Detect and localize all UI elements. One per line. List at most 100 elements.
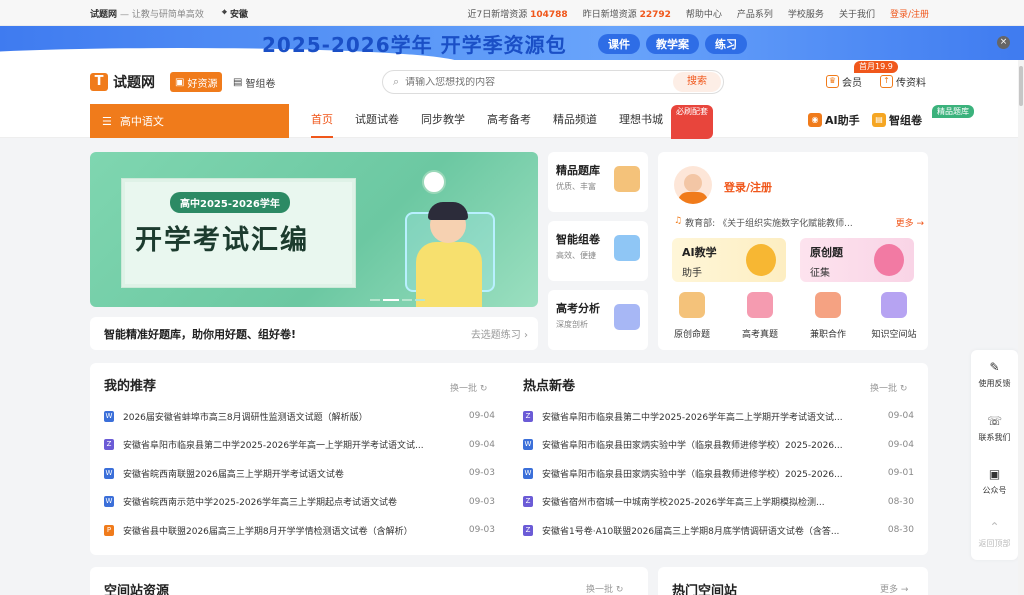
menu-icon: ☰	[102, 114, 112, 128]
bell-icon: ♫	[674, 216, 683, 226]
hot-space-title: 热门空间站	[672, 584, 738, 595]
ai-teaching-card[interactable]: AI教学 助手	[672, 238, 786, 282]
search-icon: ⌕	[393, 75, 400, 88]
list-item-date: 09-04	[887, 439, 914, 450]
vip-badge: 首月19.9	[854, 61, 898, 73]
list-item[interactable]: Z 安徽省阜阳市临泉县第二中学2025-2026学年高一上学期开学考试语文试...…	[104, 435, 495, 455]
ai-icon: ◉	[808, 113, 822, 127]
quick-knowledge[interactable]: 知识空间站	[862, 292, 926, 340]
knowledge-icon	[881, 292, 907, 318]
list-item[interactable]: Z 安徽省1号卷·A10联盟2026届高三上学期8月底学情调研语文试卷（含答...…	[523, 520, 914, 540]
quick-parttime[interactable]: 兼职合作	[796, 292, 860, 340]
quick-label: 知识空间站	[871, 330, 917, 340]
zip-file-icon: Z	[104, 439, 114, 450]
hot-space-more[interactable]: 更多 →	[880, 582, 908, 595]
upload-button[interactable]: ↑ 传资料	[880, 74, 926, 89]
nav-gaokao[interactable]: 高考备考	[487, 104, 531, 138]
ai-assistant-button[interactable]: ◉ AI助手	[808, 112, 860, 128]
news-ticker[interactable]: ♫ 教育部: 《关于组织实施数字化赋能教师... 更多 →	[674, 216, 924, 229]
link-about[interactable]: 关于我们	[839, 7, 875, 20]
list-item-title: 安徽省县中联盟2026届高三上学期8月开学学情检测语文试卷（含解析）	[123, 526, 413, 537]
list-item[interactable]: W 安徽省阜阳市临泉县田家炳实验中学（临泉县教师进修学校）2025-2026...…	[523, 463, 914, 483]
list-item[interactable]: W 安徽省皖西南联盟2026届高三上学期开学考试语文试卷 09-03	[104, 463, 495, 483]
quick-label: 高考真题	[741, 330, 778, 340]
location-selector[interactable]: ⌖ 安徽	[222, 7, 248, 20]
space-refresh[interactable]: 换一批 ↻	[586, 582, 623, 595]
list-item-date: 09-04	[468, 411, 495, 421]
tab-good-resource[interactable]: ▣ 好资源	[170, 72, 223, 92]
list-item-date: 08-30	[887, 525, 914, 535]
hero-strip[interactable]: 智能精准好题库，助你用好题、组好卷! 去选题练习 ›	[90, 317, 538, 350]
list-item-title: 安徽省阜阳市临泉县田家炳实验中学（临泉县教师进修学校）2025-2026...	[542, 469, 843, 480]
vip-icon: ♛	[826, 75, 839, 88]
list-item-date: 08-30	[887, 496, 914, 507]
gaokao-icon	[747, 292, 773, 318]
link-products[interactable]: 产品系列	[737, 7, 773, 20]
quick-gaokao[interactable]: 高考真题	[728, 292, 792, 340]
strip-text: 智能精准好题库，助你用好题、组好卷!	[104, 327, 297, 341]
link-school[interactable]: 学校服务	[788, 7, 824, 20]
original-question-card[interactable]: 原创题 征集	[800, 238, 914, 282]
feedback-icon: ✎	[989, 360, 1000, 374]
promo-banner[interactable]: 2025-2026学年 开学季资源包 课件 教学案 练习 ×	[0, 26, 1024, 60]
list-item[interactable]: Z 安徽省宿州市宿城一中城南学校2025-2026学年高三上学期模拟检测... 08…	[523, 492, 914, 512]
parttime-icon	[815, 292, 841, 318]
word-file-icon: W	[104, 410, 114, 422]
space-resource-panel: 空间站资源 换一批 ↻	[90, 567, 648, 595]
week-stat: 近7日新增资源 104788	[467, 9, 568, 20]
tab-smart-compose[interactable]: ▤ 智组卷	[228, 72, 280, 92]
wechat-button[interactable]: ▣ 公众号	[971, 467, 1018, 496]
strip-link[interactable]: 去选题练习 ›	[471, 326, 528, 341]
list-item-date: 09-03	[468, 525, 495, 535]
side-card-compose[interactable]: 智能组卷 高效、便捷	[548, 221, 648, 281]
nav-sync[interactable]: 同步教学	[421, 104, 465, 138]
quick-original[interactable]: 原创命题	[660, 292, 724, 340]
news-more-link[interactable]: 更多 →	[896, 216, 924, 229]
hero-carousel[interactable]: 高中2025-2026学年 开学考试汇编	[90, 152, 538, 307]
banner-pill-practice[interactable]: 练习	[705, 34, 747, 54]
location-pin-icon: ⌖	[221, 8, 227, 18]
user-login-link[interactable]: 登录/注册	[724, 179, 772, 195]
smart-compose-button[interactable]: ▤ 智组卷	[872, 112, 922, 128]
page-scrollbar[interactable]	[1018, 60, 1024, 595]
recommend-refresh[interactable]: 换一批 ↻	[450, 381, 487, 394]
side-card-bank[interactable]: 精品题库 优质、丰富	[548, 152, 648, 212]
top-brand[interactable]: 试题网	[90, 7, 117, 20]
search-input[interactable]	[405, 76, 656, 88]
nav-papers[interactable]: 试题试卷	[355, 104, 399, 138]
qrcode-icon: ▣	[988, 467, 1001, 481]
vip-button[interactable]: ♛ 会员	[826, 74, 862, 89]
hot-refresh[interactable]: 换一批 ↻	[870, 381, 907, 394]
site-logo[interactable]: T 试题网	[90, 72, 155, 92]
link-help[interactable]: 帮助中心	[686, 7, 722, 20]
nav-premium[interactable]: 精品频道	[553, 104, 597, 138]
nav-home[interactable]: 首页	[311, 104, 333, 138]
subject-selector[interactable]: ☰ 高中语文	[90, 104, 289, 138]
list-item[interactable]: W 安徽省阜阳市临泉县田家炳实验中学（临泉县教师进修学校）2025-2026...…	[523, 435, 914, 455]
subject-label: 高中语文	[119, 115, 164, 128]
contact-button[interactable]: ☏ 联系我们	[971, 414, 1018, 443]
feedback-button[interactable]: ✎ 使用反馈	[971, 360, 1018, 389]
list-item-title: 安徽省阜阳市临泉县田家炳实验中学（临泉县教师进修学校）2025-2026...	[542, 441, 843, 451]
list-item[interactable]: W 2026届安徽省蚌埠市高三8月调研性监测语文试题（解析版） 09-04	[104, 406, 495, 426]
list-item[interactable]: Z 安徽省阜阳市临泉县第二中学2025-2026学年高二上学期开学考试语文试...…	[523, 406, 914, 426]
list-item-date: 09-01	[887, 468, 914, 478]
list-item-date: 09-03	[468, 496, 495, 507]
compose-nav-icon: ▤	[872, 113, 886, 127]
list-item[interactable]: W 安徽省皖西南示范中学2025-2026学年高三上学期起点考试语文试卷 09-03	[104, 492, 495, 512]
top-login-link[interactable]: 登录/注册	[890, 7, 929, 20]
refresh-icon: ↻	[899, 384, 908, 394]
avatar[interactable]	[674, 166, 712, 204]
refresh-icon: ↻	[615, 585, 624, 595]
logo-mark-icon: T	[90, 73, 108, 91]
carousel-dots[interactable]	[370, 299, 425, 301]
side-card-analysis[interactable]: 高考分析 深度剖析	[548, 290, 648, 350]
search-button[interactable]: 搜索	[673, 72, 721, 92]
headset-icon: ☏	[986, 414, 1002, 428]
nav-bookstore[interactable]: 理想书城	[619, 104, 663, 138]
banner-close-icon[interactable]: ×	[997, 36, 1010, 49]
list-item[interactable]: P 安徽省县中联盟2026届高三上学期8月开学学情检测语文试卷（含解析） 09-03	[104, 520, 495, 540]
back-to-top-button[interactable]: ⌃ 返回顶部	[971, 520, 1018, 549]
banner-pill-courseware[interactable]: 课件	[598, 34, 640, 54]
banner-pill-plan[interactable]: 教学案	[646, 34, 699, 54]
